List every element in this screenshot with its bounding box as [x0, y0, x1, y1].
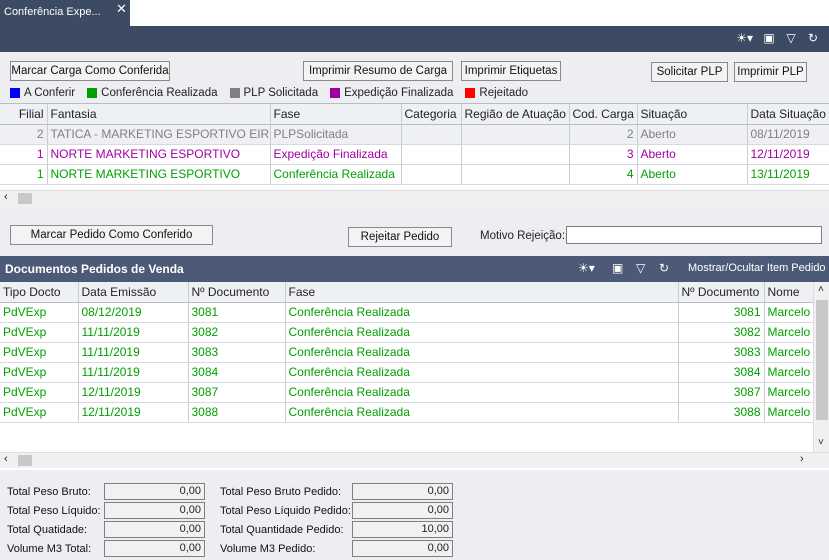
window-icon[interactable]: ▣ [612, 261, 623, 275]
mark-order-checked-button[interactable]: Marcar Pedido Como Conferido [10, 225, 213, 245]
toggle-item-order-link[interactable]: Mostrar/Ocultar Item Pedido [688, 262, 826, 274]
docs-table: Tipo Docto Data Emissão Nº Documento Fas… [0, 282, 814, 423]
total-quantity-label: Total Quatidade: [7, 524, 88, 536]
col-header[interactable]: Nome [764, 282, 814, 303]
legend-item: Expedição Finalizada [330, 87, 453, 99]
total-quantity-field: 0,00 [104, 521, 205, 538]
tab-conferencia[interactable]: Conferência Expe... ✕ [0, 0, 130, 26]
col-header[interactable]: Região de Atuação [461, 104, 570, 125]
total-gross-weight-label: Total Peso Bruto: [7, 486, 91, 498]
docs-hscrollbar[interactable]: ‹ › [0, 452, 829, 468]
reject-reason-input[interactable] [566, 226, 822, 244]
scroll-thumb[interactable] [18, 193, 32, 204]
order-volume-field: 0,00 [352, 540, 453, 557]
total-volume-label: Volume M3 Total: [7, 543, 92, 555]
col-header[interactable]: Fantasia [47, 104, 271, 125]
status-legend: A Conferir Conferência Realizada PLP Sol… [10, 87, 540, 99]
col-header[interactable]: Categoria [401, 104, 462, 125]
docs-header-row: Tipo Docto Data Emissão Nº Documento Fas… [0, 282, 814, 303]
total-net-weight-label: Total Peso Líquido: [7, 505, 101, 517]
legend-swatch-purple [330, 88, 341, 98]
legend-item: A Conferir [10, 87, 75, 99]
table-row[interactable]: PdVExp 11/11/2019 3082 Conferência Realizad… [0, 322, 814, 343]
order-net-weight-label: Total Peso Líquido Pedido: [220, 505, 351, 517]
window-icon[interactable]: ▣ [763, 31, 775, 45]
refresh-icon[interactable]: ↻ [659, 261, 669, 275]
col-header[interactable]: Data Situação [747, 104, 829, 125]
legend-item: PLP Solicitada [229, 87, 318, 99]
print-plp-button[interactable]: Imprimir PLP [734, 62, 807, 82]
col-header[interactable]: Situação [637, 104, 748, 125]
total-volume-field: 0,00 [104, 540, 205, 557]
mark-load-checked-button[interactable]: Marcar Carga Como Conferida [10, 61, 170, 81]
scroll-right-icon[interactable]: › [800, 453, 804, 465]
table-row[interactable]: 1 NORTE MARKETING ESPORTIVO Expedição Fi… [0, 144, 829, 165]
legend-item: Rejeitado [465, 87, 528, 99]
total-net-weight-field: 0,00 [104, 502, 205, 519]
print-labels-button[interactable]: Imprimir Etiquetas [461, 61, 561, 81]
total-gross-weight-field: 0,00 [104, 483, 205, 500]
table-row[interactable]: 1 NORTE MARKETING ESPORTIVO Conferência … [0, 164, 829, 185]
sun-menu-icon[interactable]: ☀▾ [736, 31, 753, 45]
scroll-up-icon[interactable]: ˄ [818, 284, 824, 295]
reject-reason-label: Motivo Rejeição: [480, 230, 566, 242]
tab-title: Conferência Expe... [4, 6, 101, 18]
top-toolbar: ☀▾ ▣ ▽ ↻ [0, 26, 829, 52]
filter-icon[interactable]: ▽ [636, 261, 645, 275]
scroll-thumb[interactable] [18, 455, 32, 466]
docs-grid: Tipo Docto Data Emissão Nº Documento Fas… [0, 282, 829, 470]
order-net-weight-field: 0,00 [352, 502, 453, 519]
loads-header-row: Filial Fantasia Fase Categoria Região de… [0, 104, 829, 125]
panel-title: Documentos Pedidos de Venda [5, 262, 184, 276]
loads-grid: Filial Fantasia Fase Categoria Região de… [0, 103, 829, 206]
docs-panel-header: Documentos Pedidos de Venda ☀▾ ▣ ▽ ↻ Mos… [0, 256, 829, 282]
table-row[interactable]: PdVExp 12/11/2019 3087 Conferência Realizad… [0, 382, 814, 403]
close-icon[interactable]: ✕ [116, 1, 127, 17]
table-row[interactable]: PdVExp 11/11/2019 3084 Conferência Realizad… [0, 362, 814, 383]
refresh-icon[interactable]: ↻ [807, 31, 819, 45]
scroll-left-icon[interactable]: ‹ [4, 453, 8, 465]
legend-swatch-blue [10, 88, 20, 98]
col-header[interactable]: Fase [285, 282, 679, 303]
order-quantity-field: 10,00 [352, 521, 453, 538]
table-row[interactable]: PdVExp 11/11/2019 3083 Conferência Realizad… [0, 342, 814, 363]
legend-swatch-green [87, 88, 98, 98]
order-gross-weight-label: Total Peso Bruto Pedido: [220, 486, 342, 498]
loads-table: Filial Fantasia Fase Categoria Região de… [0, 104, 829, 185]
order-gross-weight-field: 0,00 [352, 483, 453, 500]
col-header[interactable]: Cod. Carga [569, 104, 638, 125]
sun-menu-icon[interactable]: ☀▾ [578, 261, 595, 275]
col-header[interactable]: Nº Documento [188, 282, 286, 303]
request-plp-button[interactable]: Solicitar PLP [651, 62, 728, 82]
col-header[interactable]: Filial [0, 104, 48, 125]
scroll-left-icon[interactable]: ‹ [4, 191, 8, 203]
legend-swatch-red [465, 88, 476, 98]
col-header[interactable]: Data Emissão [78, 282, 189, 303]
legend-item: Conferência Realizada [87, 87, 218, 99]
scroll-down-icon[interactable]: ˅ [818, 437, 824, 448]
order-volume-label: Volume M3 Pedido: [220, 543, 316, 555]
filter-icon[interactable]: ▽ [785, 31, 797, 45]
legend-swatch-gray [229, 88, 240, 98]
table-row[interactable]: PdVExp 08/12/2019 3081 Conferência Realizad… [0, 302, 814, 323]
table-row[interactable]: PdVExp 12/11/2019 3088 Conferência Realizad… [0, 402, 814, 423]
docs-vscrollbar[interactable]: ˄ ˅ [813, 282, 829, 452]
reject-order-button[interactable]: Rejeitar Pedido [348, 227, 452, 247]
col-header[interactable]: Tipo Docto [0, 282, 79, 303]
print-load-summary-button[interactable]: Imprimir Resumo de Carga [303, 61, 453, 81]
loads-hscrollbar[interactable]: ‹ [0, 190, 829, 206]
col-header[interactable]: Fase [270, 104, 402, 125]
scroll-thumb[interactable] [816, 300, 828, 420]
order-quantity-label: Total Quantidade Pedido: [220, 524, 344, 536]
table-row[interactable]: 2 TATICA - MARKETING ESPORTIVO EIRE PLPS… [0, 124, 829, 145]
col-header[interactable]: Nº Documento [678, 282, 765, 303]
